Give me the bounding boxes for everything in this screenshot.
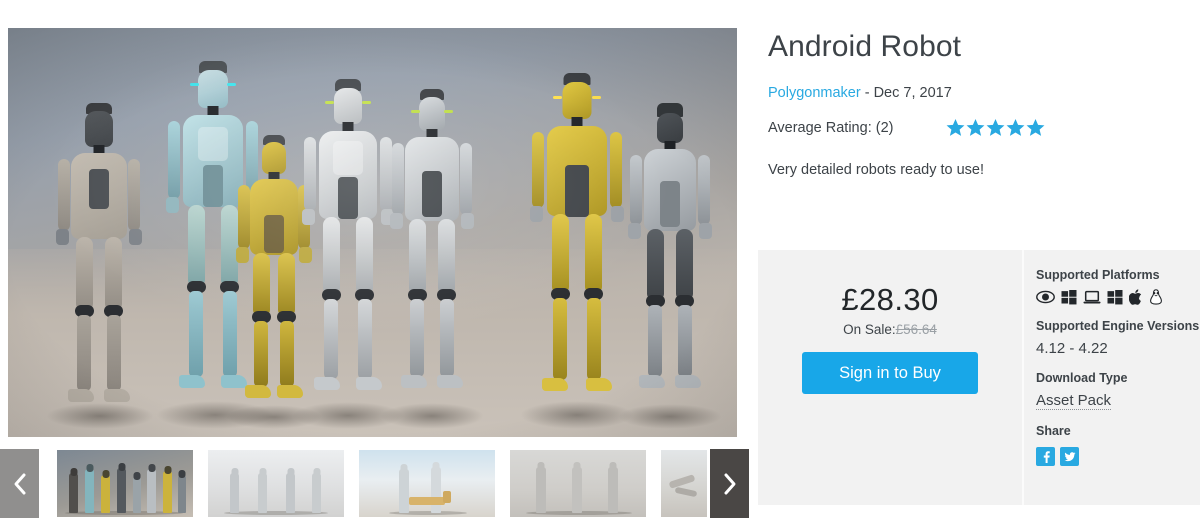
engine-versions-value: 4.12 - 4.22 [1036, 340, 1108, 357]
rating-row: Average Rating: (2) [768, 118, 1045, 136]
chevron-left-icon [14, 473, 26, 494]
thumbnail-item[interactable] [661, 450, 707, 517]
product-page: Android Robot Polygonmaker - Dec 7, 2017… [0, 0, 1200, 522]
linux-icon [1150, 289, 1162, 305]
image-gallery [8, 28, 737, 437]
pricing-block: £28.30 On Sale:£56.64 Sign in to Buy [758, 250, 1022, 505]
star-icon [966, 118, 985, 136]
product-description: Very detailed robots ready to use! [768, 162, 985, 178]
publish-date: Dec 7, 2017 [873, 85, 952, 101]
author-link[interactable]: Polygonmaker [768, 85, 861, 101]
sale-note: On Sale:£56.64 [843, 322, 937, 337]
twitter-icon [1063, 451, 1075, 461]
sale-prefix: On Sale: [843, 322, 896, 337]
download-type-value[interactable]: Asset Pack [1036, 392, 1112, 410]
thumbnail-item[interactable] [208, 450, 344, 517]
share-buttons [1036, 447, 1200, 466]
original-price: £56.64 [895, 322, 937, 337]
byline: Polygonmaker - Dec 7, 2017 [768, 85, 952, 101]
purchase-panel: £28.30 On Sale:£56.64 Sign in to Buy Sup… [758, 250, 1200, 505]
gallery-prev-button[interactable] [0, 449, 39, 518]
engine-versions-heading: Supported Engine Versions [1036, 319, 1200, 333]
gallery-next-button[interactable] [710, 449, 749, 518]
thumbnail-item[interactable] [510, 450, 646, 517]
byline-separator: - [860, 85, 874, 101]
product-detail: Android Robot Polygonmaker - Dec 7, 2017… [758, 0, 1200, 522]
hero-image[interactable] [8, 28, 737, 437]
rating-label: Average Rating: (2) [768, 120, 894, 136]
page-title: Android Robot [768, 30, 962, 63]
metadata-block: Supported Platforms Supported Engine Ver… [1036, 250, 1200, 505]
star-rating [946, 118, 1045, 137]
star-icon [946, 118, 965, 136]
price-value: £28.30 [841, 282, 939, 317]
star-icon [1006, 118, 1025, 136]
thumbnail-strip [0, 449, 750, 518]
facebook-icon [1043, 450, 1050, 463]
share-heading: Share [1036, 424, 1071, 438]
desktop-icon [1083, 290, 1101, 303]
download-type-heading: Download Type [1036, 371, 1128, 385]
thumbnail-item[interactable] [359, 450, 495, 517]
hero-vignette [8, 28, 737, 437]
apple-icon [1129, 289, 1142, 305]
twitter-share-button[interactable] [1060, 447, 1079, 466]
panel-divider [1022, 250, 1024, 505]
platform-icons [1036, 289, 1200, 305]
thumbnail-item[interactable] [57, 450, 193, 517]
star-icon [1026, 118, 1045, 136]
windows-icon [1061, 289, 1077, 304]
windows-icon [1107, 289, 1123, 304]
star-icon [986, 118, 1005, 136]
thumbnail-list [57, 450, 707, 517]
vr-eye-icon [1036, 290, 1055, 304]
sign-in-to-buy-button[interactable]: Sign in to Buy [802, 352, 978, 394]
facebook-share-button[interactable] [1036, 447, 1055, 466]
chevron-right-icon [724, 473, 736, 494]
supported-platforms-heading: Supported Platforms [1036, 268, 1160, 282]
